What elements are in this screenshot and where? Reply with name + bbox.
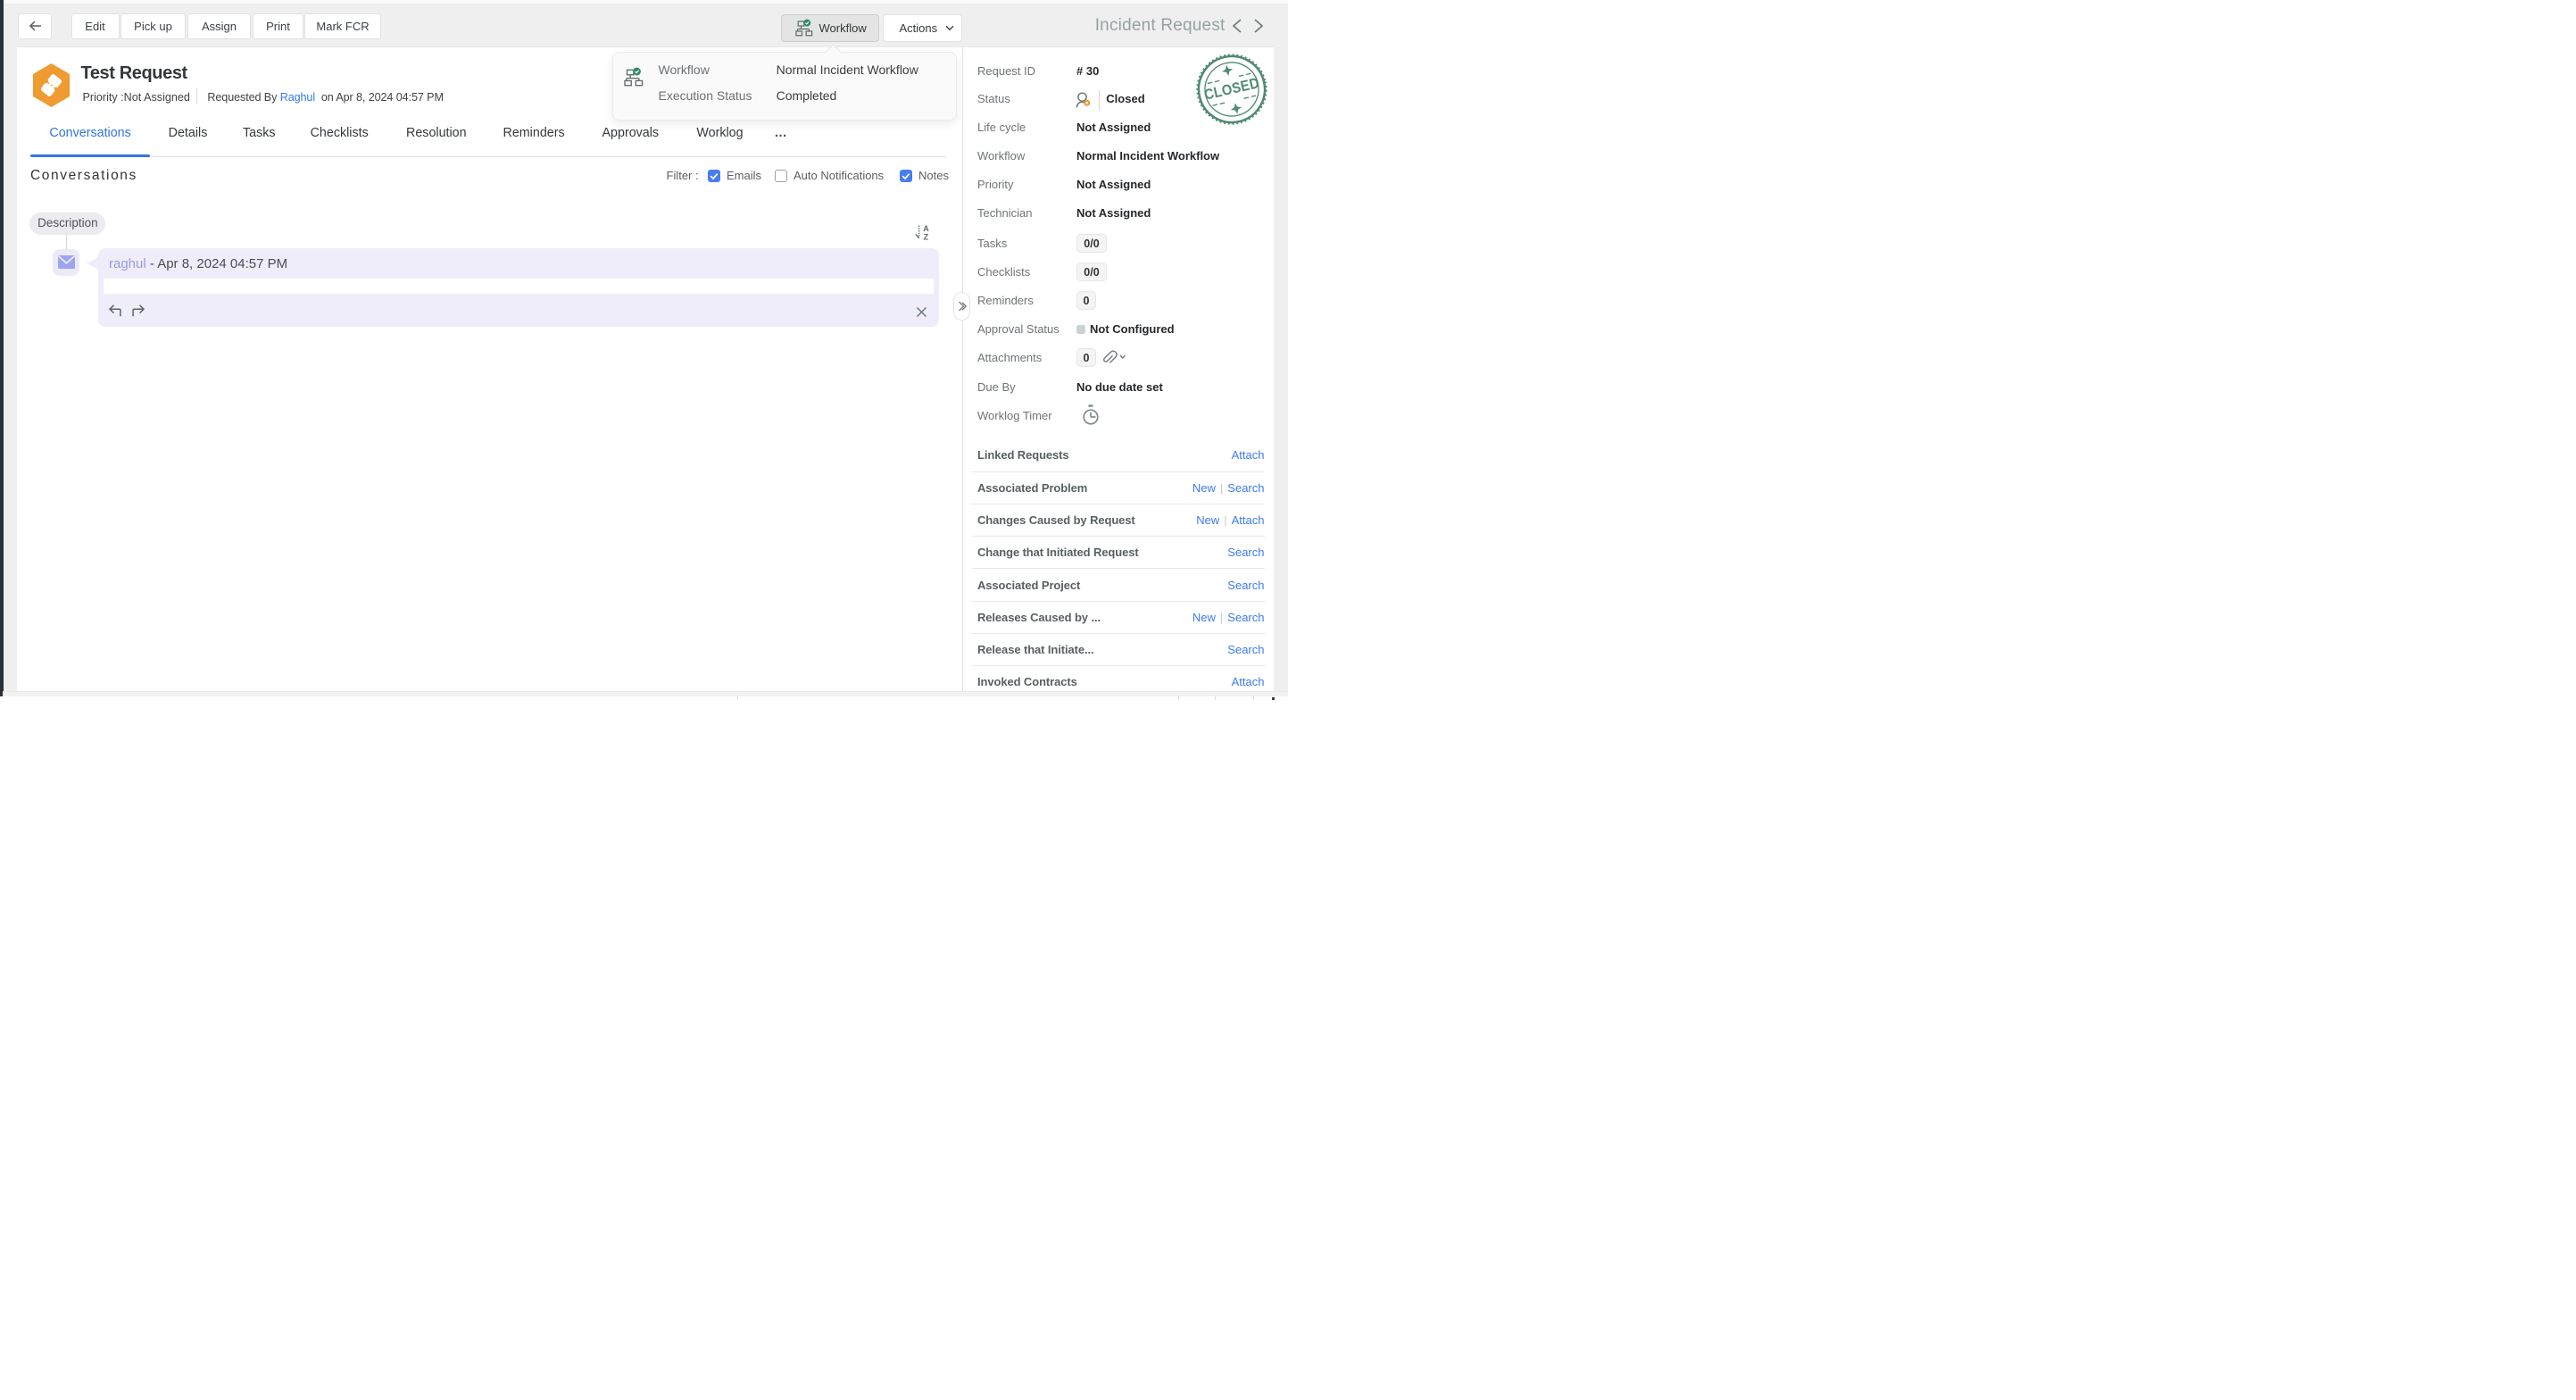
svg-text:Z: Z bbox=[924, 232, 929, 239]
